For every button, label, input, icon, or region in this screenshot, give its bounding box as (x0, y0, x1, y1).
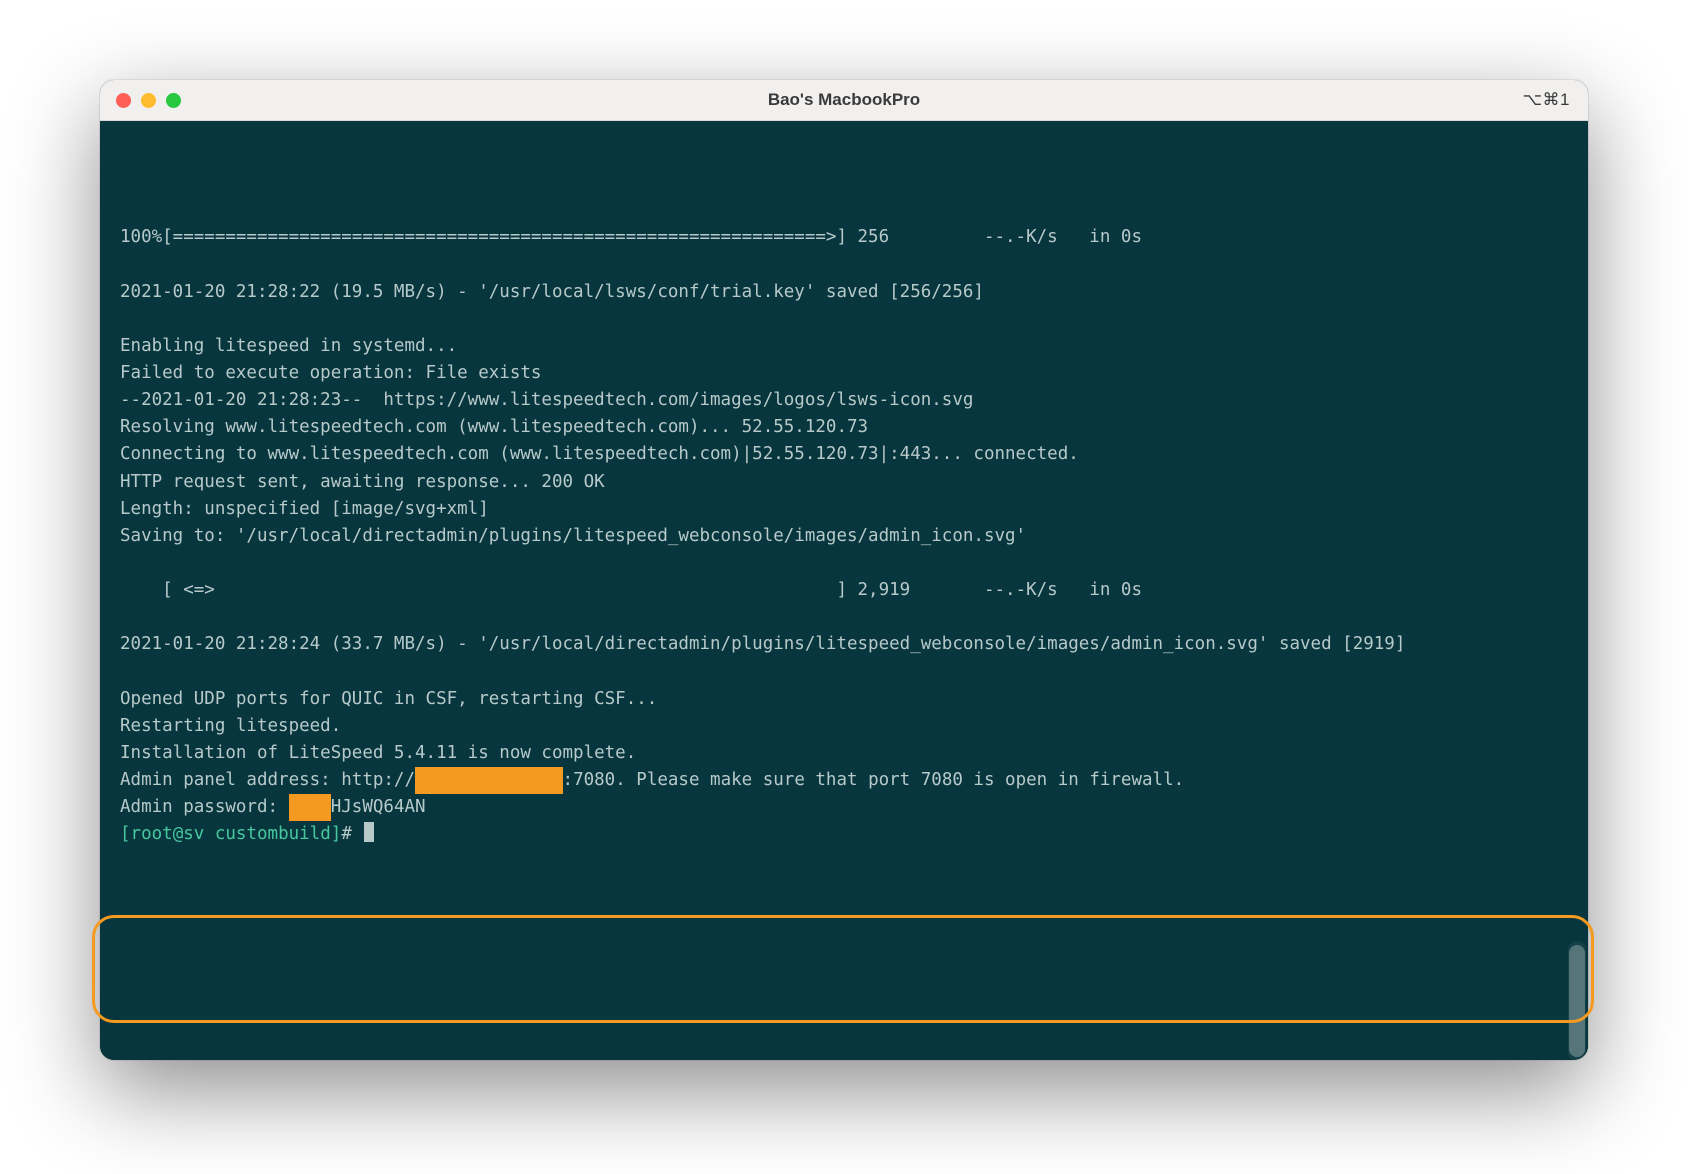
maximize-button[interactable] (166, 93, 181, 108)
admin-address-line: Admin panel address: http:// :7080. Plea… (120, 767, 1568, 794)
terminal-line (120, 658, 1568, 685)
terminal-line: Restarting litespeed. (120, 713, 1568, 740)
prompt-close-bracket: ] (331, 824, 342, 844)
admin-password-line: Admin password: HJsWQ64AN (120, 794, 1568, 821)
prompt-dir: custombuild (215, 824, 331, 844)
terminal-line: Failed to execute operation: File exists (120, 360, 1568, 387)
window-title: Bao's MacbookPro (100, 90, 1588, 110)
terminal-line: Connecting to www.litespeedtech.com (www… (120, 441, 1568, 468)
terminal-window: Bao's MacbookPro ⌥⌘1 100%[==============… (100, 80, 1588, 1060)
admin-address-prefix: Admin panel address: http:// (120, 770, 415, 790)
terminal-line: 2021-01-20 21:28:22 (19.5 MB/s) - '/usr/… (120, 279, 1568, 306)
terminal-line: Installation of LiteSpeed 5.4.11 is now … (120, 740, 1568, 767)
prompt-user: root@sv (131, 824, 205, 844)
terminal-line: Saving to: '/usr/local/directadmin/plugi… (120, 523, 1568, 550)
admin-address-suffix: :7080. Please make sure that port 7080 i… (563, 770, 1185, 790)
terminal-line: Opened UDP ports for QUIC in CSF, restar… (120, 686, 1568, 713)
redacted-password-part (289, 794, 331, 821)
terminal-line: Length: unspecified [image/svg+xml] (120, 496, 1568, 523)
prompt-line[interactable]: [root@sv custombuild]# (120, 821, 1568, 848)
terminal-line: --2021-01-20 21:28:23-- https://www.lite… (120, 387, 1568, 414)
terminal-line (120, 252, 1568, 279)
terminal-line (120, 550, 1568, 577)
minimize-button[interactable] (141, 93, 156, 108)
terminal-line: HTTP request sent, awaiting response... … (120, 469, 1568, 496)
terminal-line: 100%[===================================… (120, 224, 1568, 251)
terminal-line (120, 604, 1568, 631)
cursor-icon (364, 822, 374, 842)
terminal-line (120, 306, 1568, 333)
terminal-line: Resolving www.litespeedtech.com (www.lit… (120, 414, 1568, 441)
titlebar: Bao's MacbookPro ⌥⌘1 (100, 80, 1588, 121)
window-shortcut: ⌥⌘1 (1522, 90, 1570, 110)
terminal-line: 2021-01-20 21:28:24 (33.7 MB/s) - '/usr/… (120, 631, 1568, 658)
window-controls (100, 93, 181, 108)
redacted-ip (415, 767, 563, 794)
terminal-line: [ <=> ] 2,919 --.-K/s in 0s (120, 577, 1568, 604)
prompt-open-bracket: [ (120, 824, 131, 844)
terminal-line (120, 197, 1568, 224)
scrollbar-thumb[interactable] (1569, 945, 1585, 1057)
prompt-sign: # (341, 824, 352, 844)
admin-password-suffix: HJsWQ64AN (331, 797, 426, 817)
admin-password-prefix: Admin password: (120, 797, 289, 817)
terminal-body[interactable]: 100%[===================================… (100, 121, 1588, 1060)
close-button[interactable] (116, 93, 131, 108)
terminal-line: Enabling litespeed in systemd... (120, 333, 1568, 360)
